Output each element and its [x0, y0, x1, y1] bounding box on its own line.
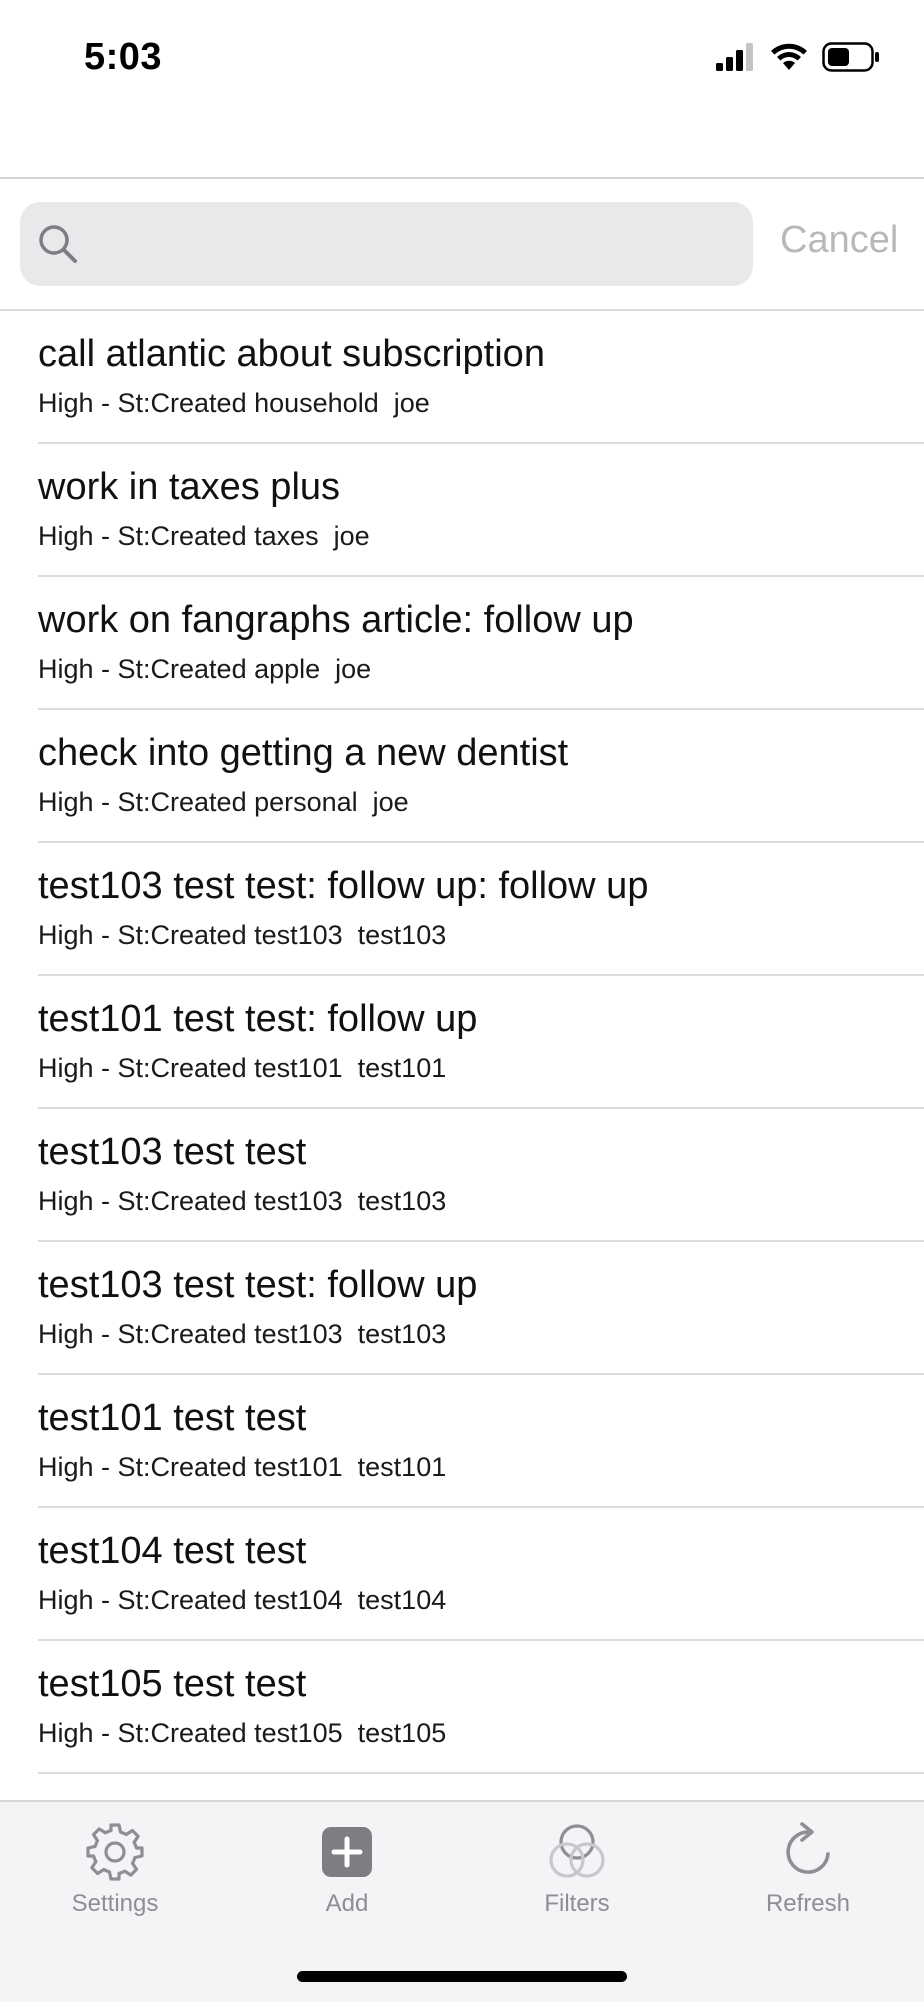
task-subtitle: High - St:Created test101 test101 [38, 1452, 447, 1482]
filters-circles-icon [549, 1824, 605, 1878]
task-subtitle: High - St:Created taxes joe [38, 521, 370, 551]
task-title: test101 test test: follow up [38, 998, 478, 1040]
tab-filters[interactable]: Filters [487, 1820, 667, 1930]
status-bar: 5:03 [0, 0, 924, 120]
gear-icon [86, 1823, 144, 1881]
task-subtitle: High - St:Created household joe [38, 388, 430, 418]
task-row[interactable]: test101 test test: follow up High - St:C… [0, 976, 924, 1109]
search-input[interactable] [98, 216, 742, 274]
search-icon [39, 225, 77, 263]
tab-settings[interactable]: Settings [25, 1820, 205, 1930]
cancel-button[interactable]: Cancel [780, 219, 898, 262]
plus-square-icon [322, 1827, 372, 1877]
task-title: test104 test test [38, 1530, 307, 1572]
task-row[interactable]: call atlantic about subscription High - … [0, 311, 924, 444]
task-subtitle: High - St:Created test104 test104 [38, 1585, 447, 1615]
task-title: call atlantic about subscription [38, 333, 545, 375]
task-subtitle: High - St:Created test101 test101 [38, 1053, 447, 1083]
tab-refresh[interactable]: Refresh [718, 1820, 898, 1930]
task-title: check into getting a new dentist [38, 732, 569, 774]
task-list: call atlantic about subscription High - … [0, 311, 924, 1774]
task-subtitle: High - St:Created test103 test103 [38, 1186, 447, 1216]
search-bar: Cancel [0, 179, 924, 309]
tab-filters-label: Filters [544, 1890, 610, 1917]
task-subtitle: High - St:Created test103 test103 [38, 920, 447, 950]
task-row[interactable]: test103 test test: follow up High - St:C… [0, 1242, 924, 1375]
task-row[interactable]: check into getting a new dentist High - … [0, 710, 924, 843]
refresh-icon [786, 1822, 830, 1874]
tab-add[interactable]: Add [257, 1820, 437, 1930]
task-title: test103 test test: follow up: follow up [38, 865, 649, 907]
status-icons [716, 42, 880, 72]
task-row[interactable]: work on fangraphs article: follow up Hig… [0, 577, 924, 710]
task-title: test103 test test [38, 1131, 307, 1173]
battery-icon [822, 42, 879, 72]
task-title: test103 test test: follow up [38, 1264, 478, 1306]
tab-settings-label: Settings [71, 1890, 159, 1917]
task-subtitle: High - St:Created apple joe [38, 654, 372, 684]
task-row[interactable]: test101 test test High - St:Created test… [0, 1375, 924, 1508]
status-time: 5:03 [84, 36, 163, 78]
task-row[interactable]: test104 test test High - St:Created test… [0, 1508, 924, 1641]
wifi-icon [771, 43, 807, 70]
task-row[interactable]: work in taxes plus High - St:Created tax… [0, 444, 924, 577]
tab-refresh-label: Refresh [765, 1890, 851, 1917]
task-row[interactable]: test103 test test: follow up: follow up … [0, 843, 924, 976]
task-row[interactable]: test103 test test High - St:Created test… [0, 1109, 924, 1242]
task-title: test105 test test [38, 1663, 307, 1705]
task-subtitle: High - St:Created personal joe [38, 787, 409, 817]
cellular-signal-icon [716, 43, 753, 71]
task-title: test101 test test [38, 1397, 307, 1439]
task-row[interactable]: test105 test test High - St:Created test… [0, 1641, 924, 1774]
tab-add-label: Add [325, 1890, 369, 1917]
tab-bar: Settings Add Filters Refresh [0, 1800, 924, 2002]
task-subtitle: High - St:Created test103 test103 [38, 1319, 447, 1349]
task-title: work on fangraphs article: follow up [38, 599, 634, 641]
task-title: work in taxes plus [38, 466, 341, 508]
task-subtitle: High - St:Created test105 test105 [38, 1718, 447, 1748]
home-indicator [297, 1971, 627, 1982]
search-field[interactable] [20, 202, 753, 286]
